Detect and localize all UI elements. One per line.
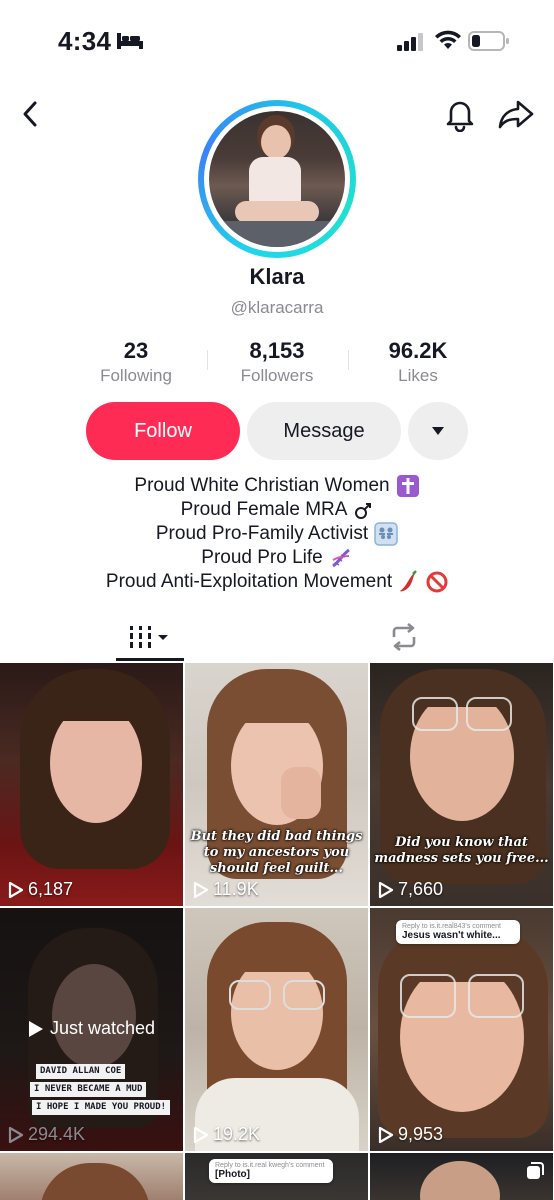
tab-reposts[interactable] <box>370 612 438 662</box>
back-button[interactable] <box>16 96 44 132</box>
caption-sticker: DAVID ALLAN COE <box>36 1064 126 1079</box>
avatar-photo <box>209 111 345 247</box>
play-icon <box>8 881 24 898</box>
stat-value: 8,153 <box>249 338 305 363</box>
video-thumbnail[interactable] <box>0 1153 183 1200</box>
display-name: Klara <box>249 264 305 289</box>
video-thumbnail[interactable]: 6,187 <box>0 663 183 906</box>
share-button[interactable] <box>496 96 536 132</box>
play-icon <box>193 1126 209 1143</box>
bio: Proud White Christian Women Proud Female… <box>0 474 554 594</box>
stat-label: Followers <box>240 366 314 385</box>
bio-line: Proud Pro-Family Activist <box>0 522 554 546</box>
video-thumbnail[interactable]: Reply to is.it.real kwegh's comment [Pho… <box>185 1153 368 1200</box>
view-count: 11.9K <box>193 879 259 900</box>
view-count: 294.4K <box>8 1124 85 1145</box>
view-count: 19.2K <box>193 1124 260 1145</box>
stat-label: Following <box>100 366 172 385</box>
play-icon <box>28 1020 43 1037</box>
stat-likes[interactable]: 96.2K Likes <box>343 338 493 386</box>
play-icon <box>378 881 394 898</box>
comment-reply-card: Reply to is.it.real843's comment Jesus w… <box>396 920 520 944</box>
caption-sticker: I HOPE I MADE YOU PROUD! <box>32 1100 171 1115</box>
bio-line: Proud Anti-Exploitation Movement <box>0 570 554 594</box>
video-thumbnail[interactable]: But they did bad things to my ancestors … <box>185 663 368 906</box>
view-count: 7,660 <box>378 879 443 900</box>
message-button[interactable]: Message <box>247 402 401 460</box>
wifi-icon <box>435 30 461 49</box>
chili-pepper-icon <box>400 570 417 592</box>
caret-down-icon <box>432 427 444 435</box>
videos-grid-icon <box>130 626 168 648</box>
play-icon <box>193 881 209 898</box>
video-thumbnail[interactable]: Reply to is.it.real843's comment Jesus w… <box>370 908 553 1151</box>
tab-videos[interactable] <box>116 612 184 662</box>
play-icon <box>378 1126 394 1143</box>
photo-carousel-icon <box>527 1162 544 1179</box>
cellular-signal-icon <box>397 33 423 51</box>
comment-reply-card: Reply to is.it.real kwegh's comment [Pho… <box>209 1159 333 1183</box>
play-icon <box>8 1126 24 1143</box>
bio-line: Proud Pro Life <box>0 546 554 570</box>
sleep-focus-icon <box>117 33 143 49</box>
stat-label: Likes <box>398 366 438 385</box>
stat-value: 96.2K <box>388 338 448 363</box>
bell-icon <box>446 101 474 133</box>
view-count: 6,187 <box>8 879 73 900</box>
video-caption: But they did bad things to my ancestors … <box>190 829 363 876</box>
view-count: 9,953 <box>378 1124 443 1145</box>
video-thumbnail[interactable]: Did you know that madness sets you free.… <box>370 663 553 906</box>
repost-icon <box>392 623 416 651</box>
video-thumbnail[interactable]: 19.2K <box>185 908 368 1151</box>
bio-line: Proud White Christian Women <box>0 474 554 498</box>
status-bar: 4:34 <box>0 0 554 84</box>
avatar[interactable] <box>198 100 356 258</box>
caption-sticker: I NEVER BECAME A MUD <box>30 1082 147 1097</box>
family-icon <box>374 522 398 546</box>
stat-following[interactable]: 23 Following <box>61 338 211 386</box>
suggested-accounts-button[interactable] <box>408 402 468 460</box>
bio-line: Proud Female MRA <box>0 498 554 522</box>
stat-followers[interactable]: 8,153 Followers <box>202 338 352 386</box>
dna-icon <box>331 548 350 568</box>
battery-icon <box>468 31 509 51</box>
just-watched-label: Just watched <box>0 1018 183 1039</box>
video-thumbnail[interactable]: Just watched DAVID ALLAN COE I NEVER BEC… <box>0 908 183 1151</box>
male-sign-icon <box>355 503 372 519</box>
chevron-left-icon <box>23 101 37 127</box>
status-time: 4:34 <box>58 26 112 56</box>
video-thumbnail[interactable] <box>370 1153 553 1200</box>
no-entry-icon <box>426 571 448 593</box>
active-tab-indicator <box>116 658 184 661</box>
notifications-button[interactable] <box>442 96 478 133</box>
latin-cross-icon <box>396 475 419 497</box>
follow-button[interactable]: Follow <box>86 402 240 460</box>
share-arrow-icon <box>498 100 534 129</box>
video-caption: Did you know that madness sets you free.… <box>374 835 549 866</box>
username-handle: @klaracarra <box>230 298 324 317</box>
stat-value: 23 <box>123 338 149 363</box>
